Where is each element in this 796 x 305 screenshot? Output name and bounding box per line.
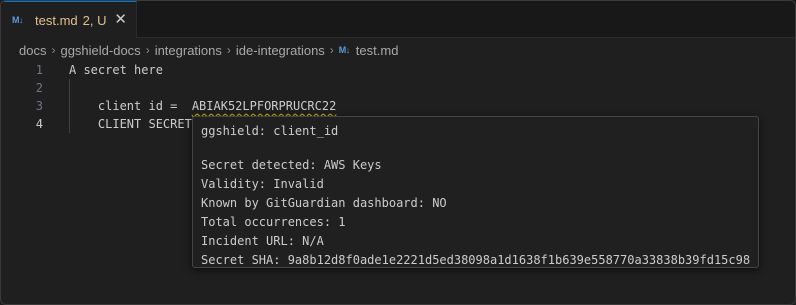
- hover-title: ggshield: client_id: [201, 124, 339, 138]
- code-line[interactable]: 2: [1, 79, 795, 97]
- line-number: 2: [35, 81, 43, 95]
- code-line[interactable]: 1 A secret here: [1, 61, 795, 79]
- tab-test-md[interactable]: M↓ test.md 2, U ✕: [1, 1, 137, 38]
- breadcrumb-item-integrations[interactable]: integrations: [155, 43, 222, 58]
- breadcrumb: docs › ggshield-docs › integrations › id…: [1, 39, 795, 61]
- detected-secret[interactable]: ABIAK52LPFORPRUCRC22: [192, 99, 337, 113]
- line-number: 3: [35, 99, 43, 113]
- tab-status-badge: 2, U: [82, 12, 107, 28]
- breadcrumb-item-ggshield-docs[interactable]: ggshield-docs: [60, 43, 140, 58]
- editor-window: M↓ test.md 2, U ✕ docs › ggshield-docs ›…: [0, 0, 796, 305]
- chevron-right-icon: ›: [226, 43, 231, 57]
- hover-known-by-dashboard: Known by GitGuardian dashboard: NO: [201, 196, 447, 210]
- chevron-right-icon: ›: [329, 43, 334, 57]
- hover-secret-type: Secret detected: AWS Keys: [201, 158, 382, 172]
- chevron-right-icon: ›: [145, 43, 150, 57]
- breadcrumb-item-ide-integrations[interactable]: ide-integrations: [236, 43, 325, 58]
- tab-bar: M↓ test.md 2, U ✕: [1, 1, 795, 38]
- line-text: client id = ABIAK52LPFORPRUCRC22: [69, 97, 336, 115]
- markdown-file-icon: M↓: [12, 15, 24, 25]
- code-prefix: client id =: [69, 99, 192, 113]
- hover-secret-sha: Secret SHA: 9a8b12d8f0ade1e2221d5ed38098…: [201, 253, 751, 267]
- hover-tooltip: ggshield: client_id Secret detected: AWS…: [192, 116, 759, 268]
- chevron-right-icon: ›: [51, 43, 56, 57]
- code-line[interactable]: 3 client id = ABIAK52LPFORPRUCRC22: [1, 97, 795, 115]
- breadcrumb-item-docs[interactable]: docs: [19, 43, 46, 58]
- line-text: CLIENT SECRET: [69, 117, 192, 131]
- line-number: 1: [35, 63, 43, 77]
- hover-validity: Validity: Invalid: [201, 177, 324, 191]
- line-text: A secret here: [69, 63, 163, 77]
- close-icon[interactable]: ✕: [114, 11, 127, 29]
- hover-total-occurrences: Total occurrences: 1: [201, 215, 346, 229]
- hover-incident-url: Incident URL: N/A: [201, 234, 324, 248]
- tab-filename: test.md: [35, 12, 78, 28]
- breadcrumb-item-file[interactable]: test.md: [356, 43, 399, 58]
- line-number: 4: [35, 117, 43, 131]
- markdown-file-icon: M↓: [338, 45, 351, 55]
